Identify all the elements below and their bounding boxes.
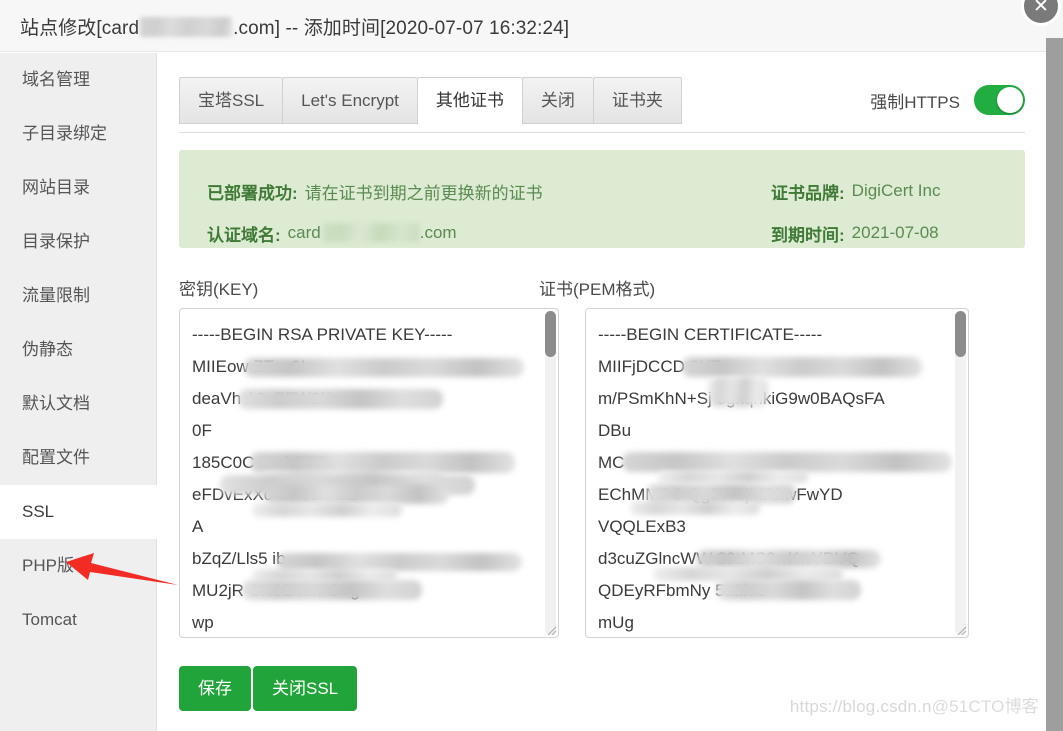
- banner-status-row: 已部署成功: 请在证书到期之前更换新的证书: [207, 170, 543, 212]
- redaction-smear: [696, 550, 881, 568]
- pem-line: d3cuZGlncWW 29tMS0wKwYDVQ: [598, 543, 954, 581]
- pem-line: VQQLExB3: [598, 517, 686, 536]
- redacted-domain-title: [140, 17, 233, 37]
- close-ssl-button[interactable]: 关闭SSL: [253, 666, 358, 711]
- key-textarea-resize-handle[interactable]: [544, 623, 557, 636]
- sidebar: 域名管理 子目录绑定 网站目录 目录保护 流量限制 伪静态 默认文档 配置文件 …: [0, 53, 157, 731]
- banner-expire-row: 到期时间: 2021-07-08: [771, 212, 940, 254]
- pem-line: m/PSmKhN+Sj 3gkqhkiG9w0BAQsFA: [598, 377, 954, 415]
- force-https-toggle[interactable]: [974, 85, 1025, 115]
- certificate-pem-textarea[interactable]: -----BEGIN CERTIFICATE----- MIIFjDCCD 8X…: [585, 308, 969, 638]
- redaction-smear: [277, 553, 522, 571]
- key-line: bZqZ/Lls5 ib: [192, 543, 544, 581]
- banner-status-label: 已部署成功:: [207, 183, 298, 203]
- pem-textarea-scrollbar[interactable]: [955, 311, 966, 635]
- key-line: MIIEow ZTau0I: [192, 351, 544, 383]
- content-pane: 宝塔SSL Let's Encrypt 其他证书 关闭 证书夹 强制HTTPS …: [158, 53, 1046, 731]
- banner-domain-prefix: card: [287, 223, 321, 242]
- banner-domain-label: 认证域名:: [207, 225, 281, 245]
- tab-cert-folder[interactable]: 证书夹: [592, 77, 682, 124]
- key-line: -----BEGIN RSA PRIVATE KEY-----: [192, 325, 453, 344]
- sidebar-item-subdir-bind[interactable]: 子目录绑定: [0, 107, 156, 161]
- force-https-label: 强制HTTPS: [870, 92, 960, 112]
- redaction-smear: [238, 389, 443, 409]
- pem-line: mUg: [598, 613, 634, 632]
- sidebar-item-tomcat[interactable]: Tomcat: [0, 593, 156, 647]
- scrollbar-thumb[interactable]: [545, 311, 556, 357]
- tab-list: 宝塔SSL Let's Encrypt 其他证书 关闭 证书夹: [179, 77, 682, 125]
- redaction-smear: [646, 484, 796, 504]
- sidebar-item-dir-protect[interactable]: 目录保护: [0, 215, 156, 269]
- toggle-knob: [997, 87, 1023, 113]
- sidebar-item-default-doc[interactable]: 默认文档: [0, 377, 156, 431]
- banner-domain-suffix: .com: [419, 223, 457, 242]
- tab-bar: 宝塔SSL Let's Encrypt 其他证书 关闭 证书夹 强制HTTPS: [179, 77, 1025, 133]
- redaction-smear: [682, 357, 922, 377]
- dialog-title-suffix: .com] -- 添加时间[2020-07-07 16:32:24]: [233, 18, 570, 39]
- banner-expire-label: 到期时间:: [771, 225, 845, 245]
- pem-line: EChMMPC Qg5W5jMRkwFwYD: [598, 479, 954, 515]
- banner-left-column: 已部署成功: 请在证书到期之前更换新的证书 认证域名: card .com: [207, 170, 543, 254]
- tab-bt-ssl[interactable]: 宝塔SSL: [179, 77, 283, 124]
- pem-textarea-resize-handle[interactable]: [954, 623, 967, 636]
- dialog-titlebar: 站点修改[card .com] -- 添加时间[2020-07-07 16:32:…: [0, 0, 1046, 52]
- dialog-title: 站点修改[card .com] -- 添加时间[2020-07-07 16:32:…: [20, 13, 569, 40]
- tab-lets-encrypt[interactable]: Let's Encrypt: [282, 77, 417, 124]
- redacted-domain-banner: [322, 223, 419, 242]
- key-line: MU2jR CK6EVxMG+g: [192, 575, 544, 607]
- key-line: wp: [192, 613, 214, 632]
- key-line: A: [192, 517, 204, 536]
- redaction-smear: [622, 452, 952, 472]
- app-root: 站点修改[card .com] -- 添加时间[2020-07-07 16:32:…: [0, 0, 1063, 731]
- save-button[interactable]: 保存: [179, 666, 251, 711]
- deploy-status-banner: 已部署成功: 请在证书到期之前更换新的证书 认证域名: card .com 证书品…: [179, 150, 1025, 248]
- banner-brand-value: DigiCert Inc: [851, 181, 941, 200]
- pem-line: MC: [598, 447, 954, 483]
- banner-status-value: 请在证书到期之前更换新的证书: [304, 183, 543, 203]
- pem-line: DBu: [598, 421, 632, 440]
- force-https-control: 强制HTTPS: [870, 85, 1025, 115]
- key-field-label: 密钥(KEY): [179, 280, 259, 299]
- key-line: 185C0C UIuhFTFz: [192, 447, 544, 484]
- redaction-smear: [250, 452, 515, 473]
- tab-close[interactable]: 关闭: [521, 77, 593, 124]
- banner-domain-row: 认证域名: card .com: [207, 212, 543, 254]
- banner-brand-row: 证书品牌: DigiCert Inc: [771, 170, 940, 212]
- certificate-pem-content: -----BEGIN CERTIFICATE----- MIIFjDCCD 8X…: [586, 309, 954, 637]
- sidebar-item-php-version[interactable]: PHP版本: [0, 539, 156, 593]
- key-textarea-scrollbar[interactable]: [545, 311, 556, 635]
- page-background-strip: [1046, 38, 1063, 731]
- banner-right-column: 证书品牌: DigiCert Inc 到期时间: 2021-07-08: [771, 170, 940, 254]
- key-line: eFDvExXc wP8shXa2: [192, 475, 544, 517]
- sidebar-item-domain-manage[interactable]: 域名管理: [0, 53, 156, 107]
- dialog-title-prefix: 站点修改[card: [20, 18, 140, 39]
- sidebar-item-traffic-limit[interactable]: 流量限制: [0, 269, 156, 323]
- pem-field-label: 证书(PEM格式): [539, 280, 656, 299]
- sidebar-item-ssl[interactable]: SSL: [0, 485, 157, 539]
- sidebar-item-config-file[interactable]: 配置文件: [0, 431, 156, 485]
- banner-brand-label: 证书品牌:: [771, 183, 845, 203]
- tab-other-cert[interactable]: 其他证书: [416, 77, 522, 125]
- redaction-smear: [244, 358, 524, 377]
- key-line: 0F: [192, 421, 212, 440]
- banner-domain-value: card .com: [288, 223, 457, 243]
- redaction-smear: [716, 580, 861, 600]
- redaction-smear: [264, 485, 449, 504]
- scrollbar-thumb[interactable]: [955, 311, 966, 357]
- sidebar-item-site-directory[interactable]: 网站目录: [0, 161, 156, 215]
- pem-line: QDEyRFbmNy 5a2hlc: [598, 575, 954, 607]
- private-key-textarea[interactable]: -----BEGIN RSA PRIVATE KEY----- MIIEow Z…: [179, 308, 559, 638]
- private-key-content: -----BEGIN RSA PRIVATE KEY----- MIIEow Z…: [180, 309, 544, 637]
- pem-line: MIIFjDCCD 8XT: [598, 351, 954, 383]
- redaction-smear: [242, 580, 422, 600]
- pem-line: -----BEGIN CERTIFICATE-----: [598, 325, 823, 344]
- key-line: deaVh A9xZFW2K: [192, 383, 544, 415]
- banner-expire-value: 2021-07-08: [851, 223, 939, 242]
- sidebar-item-rewrite[interactable]: 伪静态: [0, 323, 156, 377]
